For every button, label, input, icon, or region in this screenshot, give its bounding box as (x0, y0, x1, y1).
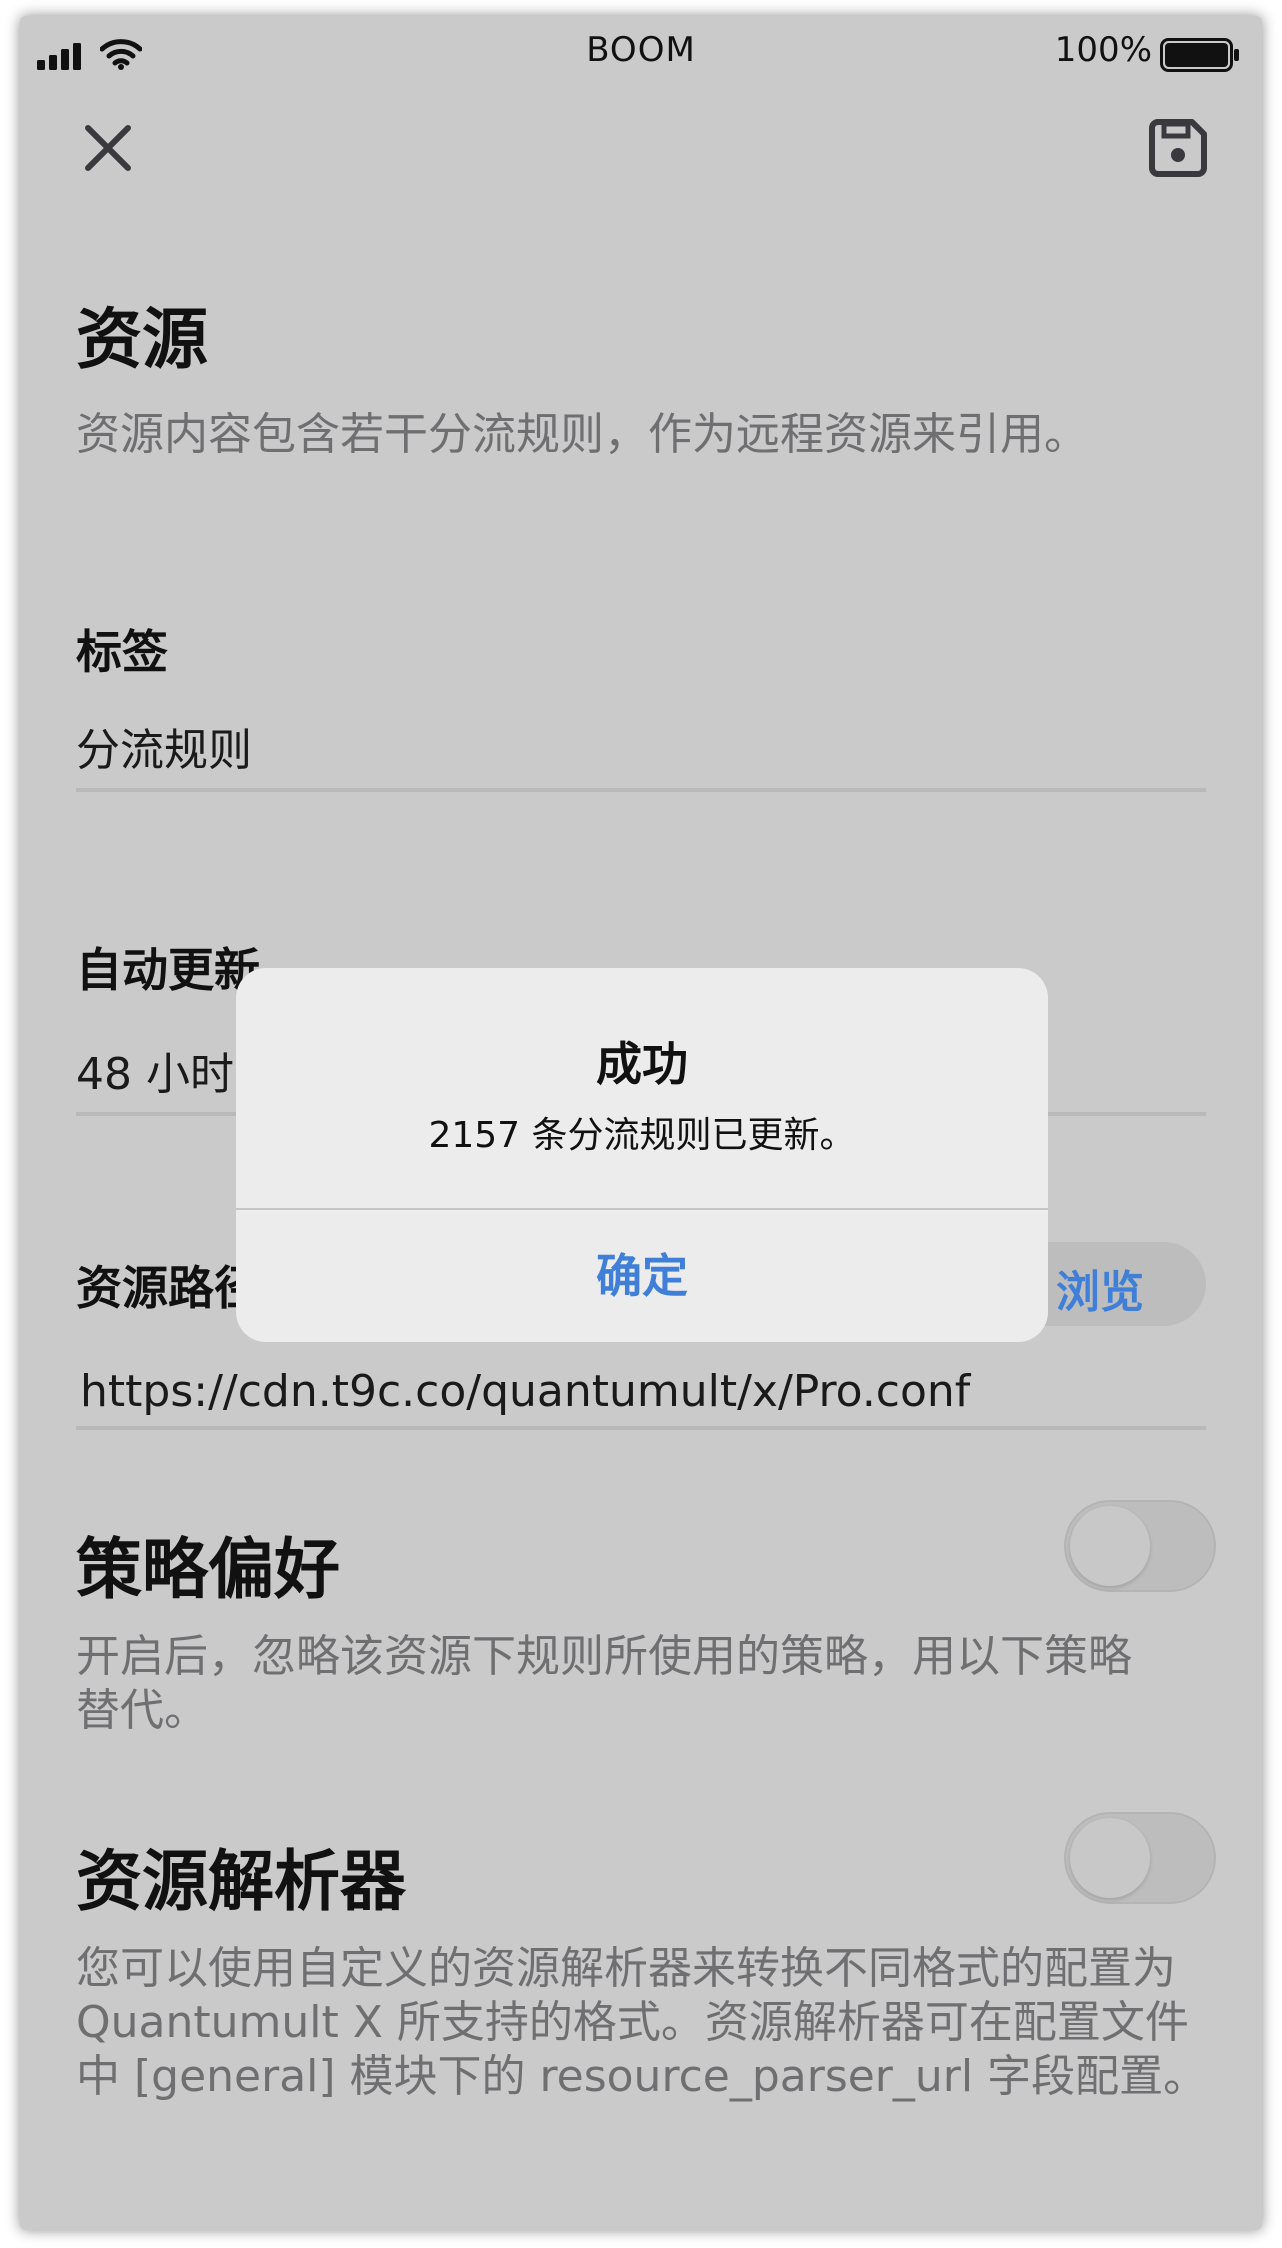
battery-icon (1160, 38, 1239, 72)
policy-preference-description: 开启后，忽略该资源下规则所使用的策略，用以下策略替代。 (76, 1631, 1132, 1736)
auto-update-input[interactable]: 48 小时 (76, 1038, 234, 1102)
tag-input[interactable]: 分流规则 (76, 714, 252, 778)
alert-title: 成功 (596, 1037, 688, 1091)
success-alert-dialog: 成功 2157 条分流规则已更新。 确定 (236, 968, 1048, 1342)
resource-path-label: 资源路径 (76, 1261, 260, 1315)
policy-preference-title: 策略偏好 (76, 1531, 340, 1608)
close-icon[interactable] (78, 118, 138, 178)
tag-underline (76, 788, 1206, 792)
resource-parser-description: 您可以使用自定义的资源解析器来转换不同格式的配置为 Quantumult X 所… (76, 1943, 1208, 2102)
alert-message: 2157 条分流规则已更新。 (428, 1115, 856, 1156)
resource-path-underline (76, 1426, 1206, 1430)
battery-percent: 100% (1054, 30, 1152, 70)
resource-path-input[interactable]: https://cdn.t9c.co/quantumult/x/Pro.conf (80, 1366, 970, 1417)
browse-button-label: 浏览 (1056, 1267, 1144, 1318)
resource-parser-toggle[interactable] (1064, 1812, 1216, 1904)
page-title: 资源 (76, 301, 208, 378)
status-bar: BOOM 100% (20, 16, 1262, 88)
phone-screen: BOOM 100% 资源 资源内容包含若干分流规则，作为远程资源来引用。 标签 … (20, 16, 1262, 2230)
alert-confirm-button[interactable]: 确定 (236, 1210, 1048, 1342)
resource-parser-title: 资源解析器 (76, 1843, 406, 1920)
tag-label: 标签 (76, 625, 168, 679)
save-icon[interactable] (1146, 116, 1210, 180)
auto-update-label: 自动更新 (76, 943, 260, 997)
policy-preference-toggle[interactable] (1064, 1500, 1216, 1592)
toggle-knob (1070, 1818, 1150, 1898)
toggle-knob (1070, 1506, 1150, 1586)
page-description: 资源内容包含若干分流规则，作为远程资源来引用。 (76, 409, 1088, 460)
